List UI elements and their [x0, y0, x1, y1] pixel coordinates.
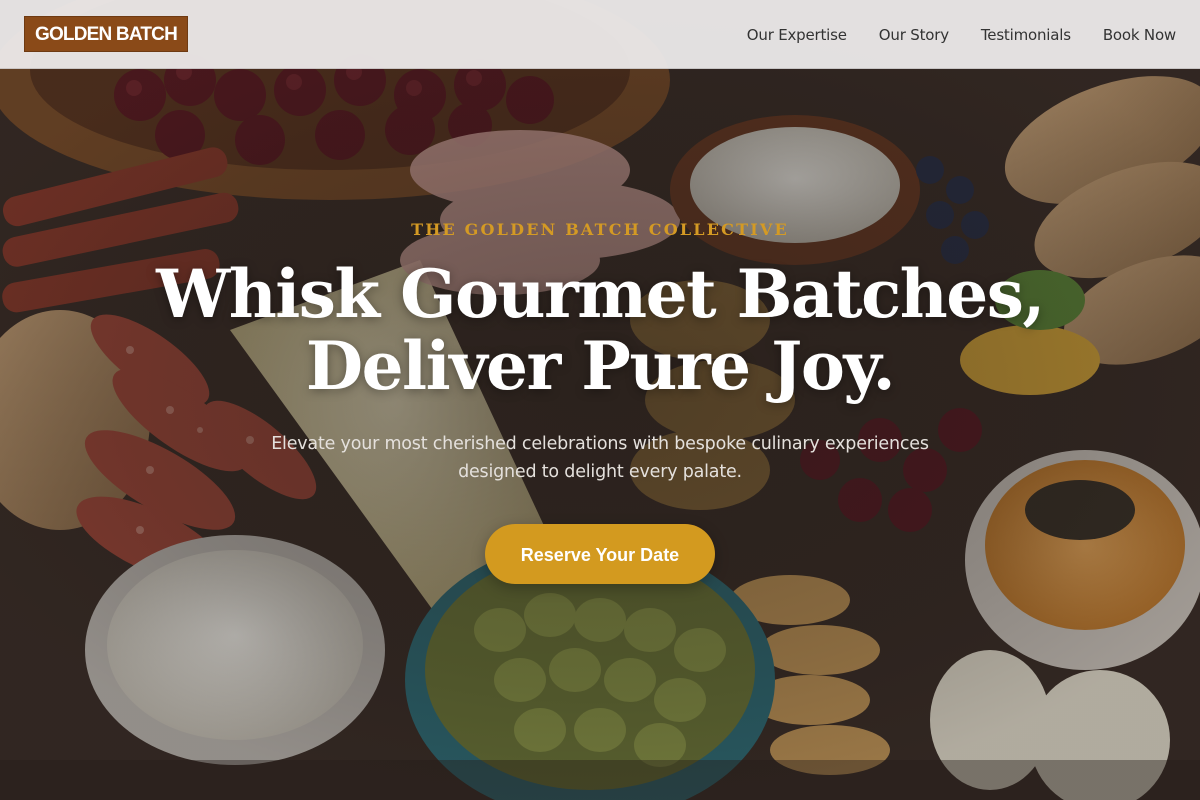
hero-headline-line-1: Whisk Gourmet Batches, — [156, 255, 1045, 333]
hero-headline-line-2: Deliver Pure Joy. — [305, 327, 896, 405]
nav-link-our-story[interactable]: Our Story — [879, 26, 949, 44]
main-nav: Our Expertise Our Story Testimonials Boo… — [747, 0, 1176, 69]
golden-batch-logo[interactable]: GOLDEN BATCH — [24, 16, 188, 52]
nav-link-testimonials[interactable]: Testimonials — [981, 26, 1071, 44]
reserve-your-date-button[interactable]: Reserve Your Date — [485, 524, 715, 584]
hero-eyebrow: THE GOLDEN BATCH COLLECTIVE — [411, 220, 789, 239]
top-navbar: GOLDEN BATCH Our Expertise Our Story Tes… — [0, 0, 1200, 69]
hero-section: THE GOLDEN BATCH COLLECTIVE Whisk Gourme… — [0, 0, 1200, 800]
nav-link-our-expertise[interactable]: Our Expertise — [747, 26, 847, 44]
hero-subtitle: Elevate your most cherished celebrations… — [271, 434, 929, 482]
nav-link-book-now[interactable]: Book Now — [1103, 26, 1176, 44]
hero-headline: Whisk Gourmet Batches, Deliver Pure Joy. — [100, 258, 1100, 402]
